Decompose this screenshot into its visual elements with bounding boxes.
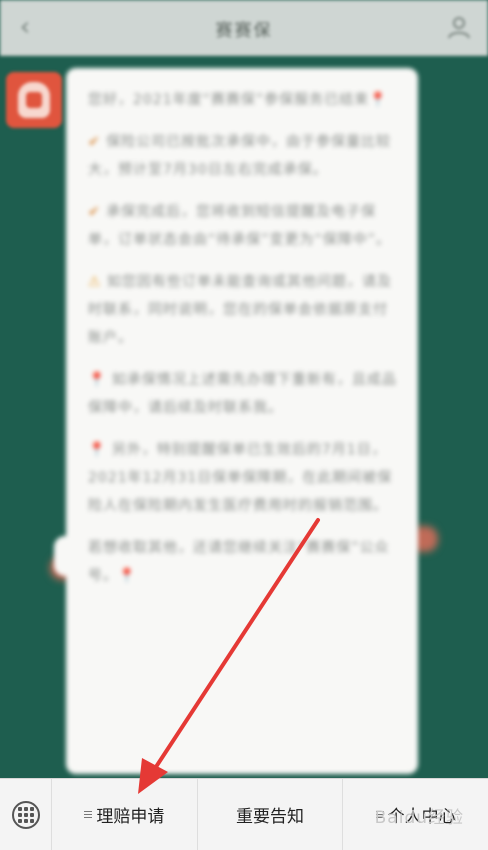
pin-icon: 📍 bbox=[369, 92, 388, 108]
warning-icon: ⚠ bbox=[88, 274, 102, 290]
title-bar: ‹ 赛赛保 bbox=[0, 0, 488, 56]
message-paragraph: ⚠ 如您因有些订单未能查询或其他问题，请及时联系，同时说明，您在的保单会依据原支… bbox=[88, 274, 393, 346]
menu-item-label: 理赔申请 bbox=[96, 807, 165, 827]
page-title: 赛赛保 bbox=[215, 21, 273, 41]
check-icon: ✔ bbox=[88, 134, 101, 150]
check-icon: ✔ bbox=[88, 204, 101, 220]
message-paragraph: 您好，2021年度“赛赛保”参保服务已结束📍 bbox=[88, 92, 388, 108]
profile-icon[interactable] bbox=[446, 14, 472, 40]
message-paragraph: ✔ 保险公司已按批次承保中，由于参保量比较大，预计至7月30日左右完成承保。 bbox=[88, 134, 392, 178]
menu-item-label: 重要告知 bbox=[236, 807, 304, 827]
chat-area: 您好，2021年度“赛赛保”参保服务已结束📍 ✔ 保险公司已按批次承保中，由于参… bbox=[0, 56, 488, 778]
menu-item-important-notice[interactable]: 重要告知 bbox=[198, 778, 344, 850]
message-paragraph: ✔ 承保完成后，您将收到短信提醒及电子保单，订单状态会由“待承保”变更为“保障中… bbox=[88, 204, 392, 248]
bottom-menu: 理赔申请 重要告知 个人中心 Baidu经验 bbox=[0, 778, 488, 850]
watermark: Baidu经验 bbox=[374, 807, 465, 828]
pin-icon: 📍 bbox=[88, 442, 107, 458]
message-paragraph: 若想收取其他，还请您继续关注“赛赛保”公众号。📍 bbox=[88, 540, 390, 584]
pin-icon: 📍 bbox=[88, 372, 107, 388]
keyboard-toggle-button[interactable] bbox=[0, 778, 52, 850]
menu-item-claim-application[interactable]: 理赔申请 bbox=[52, 778, 198, 850]
keyboard-icon bbox=[11, 800, 40, 829]
message-bubble: 您好，2021年度“赛赛保”参保服务已结束📍 ✔ 保险公司已按批次承保中，由于参… bbox=[54, 68, 418, 774]
submenu-icon bbox=[84, 809, 93, 820]
message-paragraph: 📍 如承保情况上述需先办理下重新有，且成品保障中，请后续及时联系我。 bbox=[88, 372, 397, 416]
message-paragraph: 📍 另外，特别提醒保单已生效后的7月1日，2021年12月31日保单保障期，在此… bbox=[88, 442, 393, 514]
official-account-avatar[interactable] bbox=[6, 72, 62, 128]
menu-item-personal-center[interactable]: 个人中心 Baidu经验 bbox=[343, 779, 488, 850]
pin-icon: 📍 bbox=[118, 568, 137, 584]
logo-icon bbox=[18, 82, 50, 118]
